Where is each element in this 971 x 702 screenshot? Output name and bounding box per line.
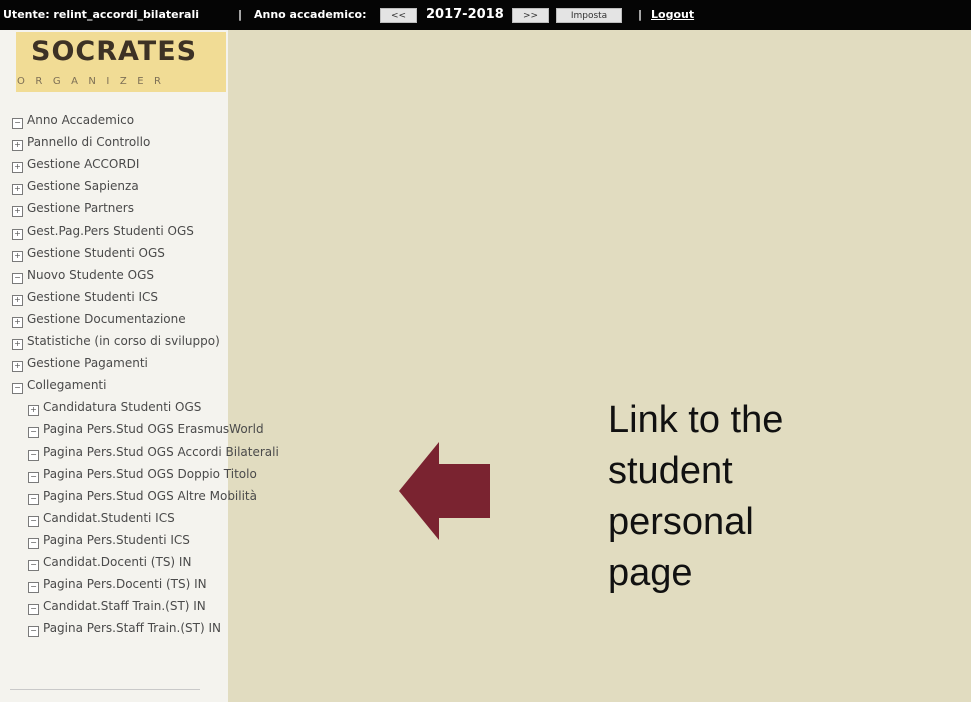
sidebar-menu-label: Pagina Pers.Stud OGS Accordi Bilaterali xyxy=(43,445,279,459)
sidebar-menu-item[interactable]: + Statistiche (in corso di sviluppo) xyxy=(12,333,220,350)
next-year-button[interactable]: >> xyxy=(512,8,549,23)
sidebar-menu-item[interactable]: − Candidat.Docenti (TS) IN xyxy=(28,554,192,571)
annotation-text: Link to the student personal page xyxy=(608,395,928,599)
sidebar-menu-label: Gest.Pag.Pers Studenti OGS xyxy=(27,224,194,238)
sidebar-menu-label: Candidat.Studenti ICS xyxy=(43,511,175,525)
minus-box-icon[interactable]: − xyxy=(28,494,39,505)
sidebar-menu-item[interactable]: − Pagina Pers.Stud OGS ErasmusWorld xyxy=(28,421,264,438)
sidebar-menu-item[interactable]: + Gestione Documentazione xyxy=(12,311,186,328)
top-divider: | xyxy=(238,8,243,21)
sidebar-menu-item[interactable]: − Pagina Pers.Stud OGS Doppio Titolo xyxy=(28,466,257,483)
sidebar-menu-label: Nuovo Studente OGS xyxy=(27,268,154,282)
plus-box-icon[interactable]: + xyxy=(12,251,23,262)
sidebar-menu-item[interactable]: − Pagina Pers.Staff Train.(ST) IN xyxy=(28,620,221,637)
plus-box-icon[interactable]: + xyxy=(12,184,23,195)
annotation-line-1: Link to the xyxy=(608,399,784,441)
plus-box-icon[interactable]: + xyxy=(12,361,23,372)
sidebar-menu-label: Gestione Pagamenti xyxy=(27,356,148,370)
minus-box-icon[interactable]: − xyxy=(12,273,23,284)
minus-box-icon[interactable]: − xyxy=(28,472,39,483)
sidebar-menu-label: Pagina Pers.Docenti (TS) IN xyxy=(43,577,207,591)
minus-box-icon[interactable]: − xyxy=(12,118,23,129)
sidebar-menu-label: Candidat.Staff Train.(ST) IN xyxy=(43,599,206,613)
sidebar-menu-label: Candidatura Studenti OGS xyxy=(43,400,202,414)
plus-box-icon[interactable]: + xyxy=(28,405,39,416)
sidebar-menu-label: Pannello di Controllo xyxy=(27,135,151,149)
sidebar-menu-label: Gestione ACCORDI xyxy=(27,157,140,171)
sidebar-menu-label: Anno Accademico xyxy=(27,113,135,127)
sidebar-menu-item[interactable]: + Gestione Studenti OGS xyxy=(12,245,165,262)
previous-year-button[interactable]: << xyxy=(380,8,417,23)
sidebar-menu-item[interactable]: + Gestione Pagamenti xyxy=(12,355,148,372)
plus-box-icon[interactable]: + xyxy=(12,295,23,306)
plus-box-icon[interactable]: + xyxy=(12,206,23,217)
socrates-logo: SOCRATES ORGANIZER xyxy=(16,32,226,92)
sidebar-menu-item[interactable]: − Collegamenti xyxy=(12,377,107,394)
sidebar-menu-item[interactable]: − Pagina Pers.Docenti (TS) IN xyxy=(28,576,207,593)
minus-box-icon[interactable]: − xyxy=(28,516,39,527)
sidebar-menu-item[interactable]: + Gest.Pag.Pers Studenti OGS xyxy=(12,223,194,240)
sidebar-menu-item[interactable]: − Pagina Pers.Stud OGS Accordi Bilaterali xyxy=(28,444,279,461)
sidebar-menu-label: Candidat.Docenti (TS) IN xyxy=(43,555,192,569)
plus-box-icon[interactable]: + xyxy=(12,317,23,328)
minus-box-icon[interactable]: − xyxy=(28,538,39,549)
set-year-button[interactable]: Imposta xyxy=(556,8,622,23)
minus-box-icon[interactable]: − xyxy=(28,582,39,593)
sidebar-menu-label: Statistiche (in corso di sviluppo) xyxy=(27,334,220,348)
sidebar-menu-label: Collegamenti xyxy=(27,378,107,392)
plus-box-icon[interactable]: + xyxy=(12,162,23,173)
sidebar-menu-label: Pagina Pers.Stud OGS ErasmusWorld xyxy=(43,422,264,436)
top-bar: Utente: relint_accordi_bilaterali | Anno… xyxy=(0,0,971,30)
academic-year-value: 2017-2018 xyxy=(426,7,504,22)
left-arrow-icon xyxy=(399,442,490,540)
main-content-area xyxy=(228,30,971,702)
minus-box-icon[interactable]: − xyxy=(28,626,39,637)
sidebar-menu-label: Gestione Sapienza xyxy=(27,179,139,193)
minus-box-icon[interactable]: − xyxy=(28,427,39,438)
sidebar-menu-label: Pagina Pers.Staff Train.(ST) IN xyxy=(43,621,221,635)
sidebar-menu-item[interactable]: + Candidatura Studenti OGS xyxy=(28,399,202,416)
sidebar-menu-label: Pagina Pers.Stud OGS Doppio Titolo xyxy=(43,467,257,481)
minus-box-icon[interactable]: − xyxy=(12,383,23,394)
minus-box-icon[interactable]: − xyxy=(28,604,39,615)
sidebar-menu-item[interactable]: − Nuovo Studente OGS xyxy=(12,267,154,284)
top-divider-2: | xyxy=(638,8,643,21)
annotation-line-3: personal xyxy=(608,501,754,543)
plus-box-icon[interactable]: + xyxy=(12,140,23,151)
arrow-shape xyxy=(399,442,490,540)
logo-subtitle: ORGANIZER xyxy=(17,76,172,87)
sidebar-menu-item[interactable]: − Candidat.Staff Train.(ST) IN xyxy=(28,598,206,615)
plus-box-icon[interactable]: + xyxy=(12,339,23,350)
sidebar-menu-item[interactable]: − Anno Accademico xyxy=(12,112,135,129)
sidebar-menu-label: Pagina Pers.Stud OGS Altre Mobilità xyxy=(43,489,257,503)
sidebar-menu-item[interactable]: + Gestione Partners xyxy=(12,200,134,217)
sidebar-menu-label: Gestione Documentazione xyxy=(27,312,186,326)
logo-title: SOCRATES xyxy=(31,36,198,67)
sidebar-menu-item[interactable]: − Pagina Pers.Stud OGS Altre Mobilità xyxy=(28,488,257,505)
user-label: Utente: relint_accordi_bilaterali xyxy=(3,8,199,21)
plus-box-icon[interactable]: + xyxy=(12,229,23,240)
minus-box-icon[interactable]: − xyxy=(28,560,39,571)
sidebar-menu-label: Gestione Studenti ICS xyxy=(27,290,159,304)
sidebar-menu-item[interactable]: + Gestione Studenti ICS xyxy=(12,289,159,306)
annotation-line-4: page xyxy=(608,552,693,594)
sidebar-menu-label: Pagina Pers.Studenti ICS xyxy=(43,533,190,547)
logout-link[interactable]: Logout xyxy=(651,8,694,22)
sidebar-menu-item[interactable]: + Gestione Sapienza xyxy=(12,178,139,195)
sidebar-menu-item[interactable]: + Gestione ACCORDI xyxy=(12,156,140,173)
sidebar-divider xyxy=(10,689,200,690)
sidebar-menu-item[interactable]: − Pagina Pers.Studenti ICS xyxy=(28,532,190,549)
sidebar-menu-item[interactable]: + Pannello di Controllo xyxy=(12,134,151,151)
sidebar-menu-item[interactable]: − Candidat.Studenti ICS xyxy=(28,510,175,527)
minus-box-icon[interactable]: − xyxy=(28,450,39,461)
academic-year-label: Anno accademico: xyxy=(254,8,367,21)
sidebar-menu-label: Gestione Studenti OGS xyxy=(27,246,165,260)
annotation-line-2: student xyxy=(608,450,733,492)
sidebar-menu-label: Gestione Partners xyxy=(27,201,134,215)
